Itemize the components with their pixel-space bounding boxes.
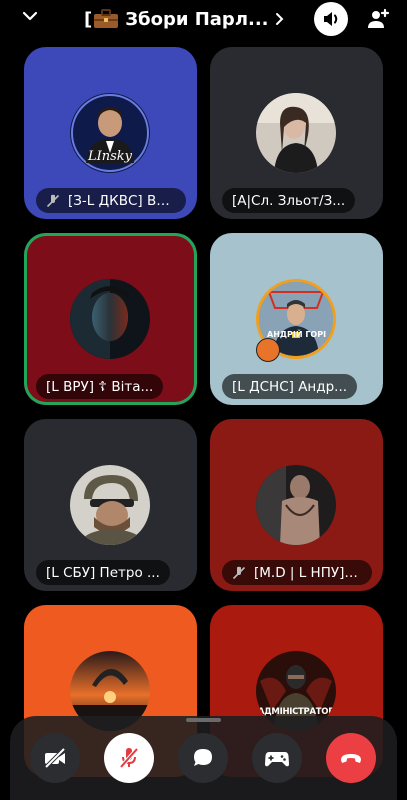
chat-icon [194, 749, 212, 766]
participant-tile[interactable]: [L СБУ] Петро ... [24, 419, 197, 591]
call-header: [ Збори Парл... [0, 0, 407, 38]
chevron-down-icon[interactable] [22, 8, 38, 24]
avatar: LInsky [70, 93, 150, 173]
channel-title: Збори Парл... [125, 8, 269, 30]
camera-toggle-button[interactable] [30, 733, 80, 783]
speaker-button[interactable] [314, 2, 348, 36]
drawer-handle[interactable] [186, 718, 221, 722]
participant-name: [З-L ДКВС] Ва... [68, 192, 176, 209]
chevron-right-icon[interactable] [275, 12, 285, 26]
avatar [70, 465, 150, 545]
chat-button[interactable] [178, 733, 228, 783]
participant-tile[interactable]: АНДРІЙ ГОРІ [L ДСНС] Андр... [210, 233, 383, 405]
mute-toggle-button[interactable] [104, 733, 154, 783]
participant-name-label: [L ДСНС] Андр... [222, 374, 358, 399]
participant-name-label: [З-L ДКВС] Ва... [36, 188, 186, 213]
participant-name: [L ДСНС] Андр... [232, 378, 348, 395]
participant-name-label: [A|Сл. Зльот/З... [222, 188, 356, 213]
avatar [256, 465, 336, 545]
title-bracket: [ [84, 8, 93, 30]
participant-name: [L ВРУ] ☦ Віта... [46, 378, 154, 395]
participant-tile-speaking[interactable]: [L ВРУ] ☦ Віта... [24, 233, 197, 405]
participant-name-label: [L СБУ] Петро ... [36, 560, 170, 585]
mic-off-icon [119, 747, 139, 769]
avatar-caption: LInsky [87, 149, 133, 164]
avatar [256, 93, 336, 173]
participant-tile[interactable]: [M.D | L НПУ] В... [210, 419, 383, 591]
camera-off-icon [44, 747, 66, 769]
participant-name: [A|Сл. Зльот/З... [232, 192, 346, 209]
activities-button[interactable] [252, 733, 302, 783]
mic-muted-icon [232, 566, 246, 579]
participant-name: [M.D | L НПУ] В... [254, 564, 362, 581]
basketball-icon [256, 338, 280, 362]
speaker-icon [324, 12, 338, 26]
hang-up-icon [341, 754, 361, 763]
participant-name-label: [L ВРУ] ☦ Віта... [36, 374, 164, 399]
participant-name-label: [M.D | L НПУ] В... [222, 560, 372, 585]
activities-icon [265, 752, 289, 767]
participant-name: [L СБУ] Петро ... [46, 564, 160, 581]
channel-title-group[interactable]: [ Збори Парл... [84, 6, 285, 32]
briefcase-icon [93, 9, 119, 29]
participant-tile[interactable]: [A|Сл. Зльот/З... [210, 47, 383, 219]
avatar [70, 279, 150, 359]
mic-muted-icon [46, 194, 60, 207]
hang-up-button[interactable] [326, 733, 376, 783]
participant-tile[interactable]: LInsky [З-L ДКВС] Ва... [24, 47, 197, 219]
add-user-icon[interactable] [366, 7, 390, 31]
avatar-caption: АНДРІЙ ГОРІ [267, 330, 327, 339]
